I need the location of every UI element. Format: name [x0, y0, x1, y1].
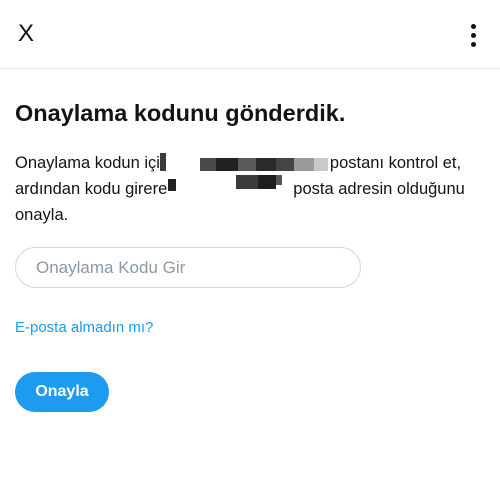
more-dot [471, 24, 476, 29]
description-line-3: onayla. [15, 206, 69, 224]
more-dot [471, 33, 476, 38]
confirm-button[interactable]: Onayla [15, 372, 109, 412]
redacted-email [160, 153, 340, 199]
resend-email-link[interactable]: E-posta almadın mı? [15, 319, 153, 336]
verification-code-input[interactable] [16, 248, 360, 287]
page-title: Onaylama kodunu gönderdik. [15, 100, 346, 126]
top-bar: X [0, 0, 500, 69]
more-vertical-icon[interactable] [462, 22, 484, 48]
verification-code-field[interactable] [15, 247, 361, 288]
more-dot [471, 42, 476, 47]
close-icon[interactable]: X [18, 20, 42, 48]
